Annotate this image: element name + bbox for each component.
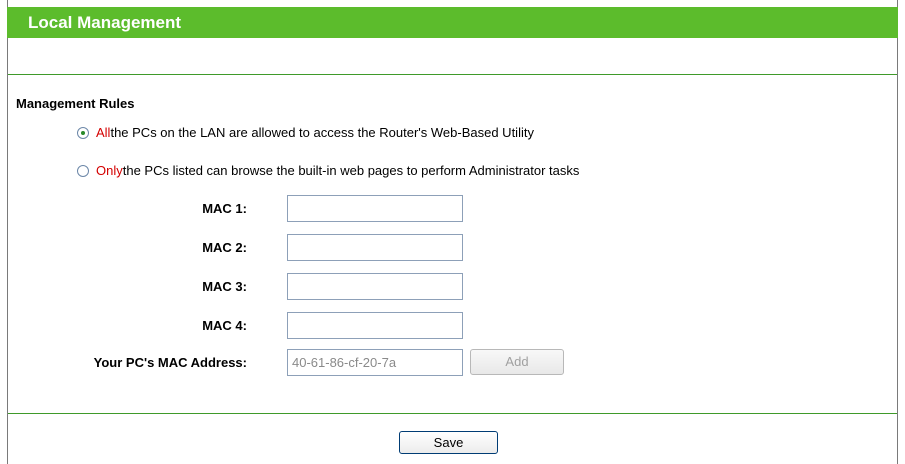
mac1-input[interactable] xyxy=(287,195,463,222)
divider xyxy=(8,74,897,75)
mac2-label: MAC 2: xyxy=(202,240,247,255)
mac4-input[interactable] xyxy=(287,312,463,339)
option-all-keyword: All xyxy=(96,125,111,140)
save-button[interactable]: Save xyxy=(399,431,498,454)
page-title: Local Management xyxy=(28,13,182,32)
your-mac-field: 40-61-86-cf-20-7a xyxy=(287,349,463,376)
mac3-label: MAC 3: xyxy=(202,279,247,294)
option-all-row[interactable]: All the PCs on the LAN are allowed to ac… xyxy=(77,125,534,140)
radio-only[interactable] xyxy=(77,164,89,177)
mac3-input[interactable] xyxy=(287,273,463,300)
your-mac-label: Your PC's MAC Address: xyxy=(93,355,247,370)
mac4-label: MAC 4: xyxy=(202,318,247,333)
option-all-text: the PCs on the LAN are allowed to access… xyxy=(110,125,534,140)
option-only-keyword: Only xyxy=(96,163,123,178)
page-header: Local Management xyxy=(7,7,898,38)
section-title: Management Rules xyxy=(16,96,135,111)
mac1-label: MAC 1: xyxy=(202,201,247,216)
page-frame xyxy=(7,0,898,464)
mac2-input[interactable] xyxy=(287,234,463,261)
option-only-text: the PCs listed can browse the built-in w… xyxy=(122,163,580,178)
radio-all[interactable] xyxy=(77,126,89,139)
option-only-row[interactable]: Only the PCs listed can browse the built… xyxy=(77,163,579,178)
footer-divider xyxy=(8,413,897,414)
add-button[interactable]: Add xyxy=(470,349,564,375)
